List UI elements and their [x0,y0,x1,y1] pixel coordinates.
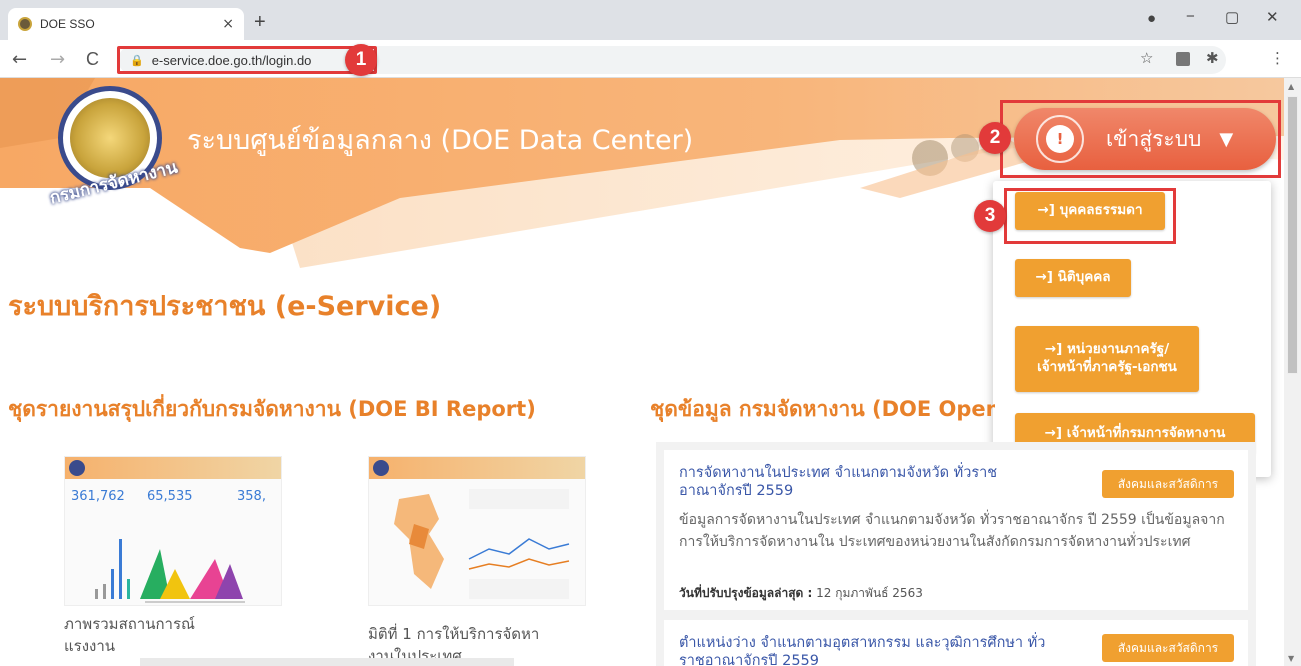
minimize-button[interactable]: − [1186,8,1195,25]
step-badge-3: 3 [974,200,1006,232]
dataset-item[interactable]: ตำแหน่งว่าง จำแนกตามอุตสาหกรรม และวุฒิกา… [664,620,1248,666]
bi-report-title: ชุดรายงานสรุปเกี่ยวกับกรมจัดหางาน (DOE B… [8,397,536,421]
dataset-title[interactable]: ตำแหน่งว่าง จำแนกตามอุตสาหกรรม และวุฒิกา… [679,634,1099,666]
bi-card-domestic-employment[interactable]: มิติที่ 1 การให้บริการจัดหา งานในประเทศ [356,448,596,666]
thumb-logo-icon [69,460,85,476]
site-title: ระบบศูนย์ข้อมูลกลาง (DOE Data Center) [187,125,694,156]
stat-value: 65,535 [147,489,193,504]
stat-value: 358, [237,489,266,504]
extensions-puzzle-icon[interactable]: ✱ [1206,49,1219,67]
browser-tab[interactable]: DOE SSO × [8,8,244,40]
login-option-government[interactable]: →] หน่วยงานภาครัฐ/ เจ้าหน้าที่ภาครัฐ-เอก… [1015,326,1199,392]
dataset-category-tag[interactable]: สังคมและสวัสดิการ [1102,470,1234,498]
dataset-updated: วันที่ปรับปรุงข้อมูลล่าสุด : 12 กุมภาพัน… [679,584,923,603]
eservice-title: ระบบบริการประชาชน (e-Service) [8,291,442,322]
profile-icon[interactable]: ● [1147,10,1156,27]
tab-close-icon[interactable]: × [222,16,234,32]
dataset-description: ข้อมูลการจัดหางานในประเทศ จำแนกตามจังหวั… [679,512,1225,550]
updated-value: 12 กุมภาพันธ์ 2563 [816,586,923,600]
window-close-button[interactable]: ✕ [1266,8,1279,26]
bookmark-star-icon[interactable]: ☆ [1140,49,1153,67]
back-button[interactable]: ← [12,49,27,70]
favicon-icon [18,17,32,31]
open-data-title: ชุดข้อมูล กรมจัดหางาน (DOE Open [650,397,995,421]
bi-card-labour-overview[interactable]: 361,762 65,535 358, ภาพรวมสถานการณ์ แรงง… [52,448,292,666]
thumbnail-map-chart [394,489,570,599]
open-data-list: การจัดหางานในประเทศ จำแนกตามจังหวัด ทั่ว… [656,442,1256,666]
forward-button[interactable]: → [50,49,65,70]
scroll-down-icon[interactable]: ▼ [1288,654,1294,663]
thumb-logo-icon [373,460,389,476]
bi-card-thumbnail: 361,762 65,535 358, [64,456,282,606]
reload-button[interactable]: C [86,49,99,70]
step-badge-1: 1 [345,44,377,76]
page-overlay-strip [140,658,514,666]
browser-tab-bar: DOE SSO × + ● − ▢ ✕ [0,0,1301,40]
dataset-category-tag[interactable]: สังคมและสวัสดิการ [1102,634,1234,662]
bi-card-thumbnail [368,456,586,606]
login-option-juristic[interactable]: →] นิติบุคคล [1015,259,1131,297]
scroll-up-icon[interactable]: ▲ [1288,82,1294,91]
pdf-extension-icon[interactable] [1176,52,1190,66]
dataset-title[interactable]: การจัดหางานในประเทศ จำแนกตามจังหวัด ทั่ว… [679,464,1099,500]
new-tab-button[interactable]: + [254,11,266,34]
step-badge-2: 2 [979,122,1011,154]
thumbnail-charts [95,539,245,603]
browser-menu-icon[interactable]: ⋮ [1270,49,1285,67]
stat-value: 361,762 [71,489,125,504]
updated-label: วันที่ปรับปรุงข้อมูลล่าสุด : [679,586,813,600]
individual-highlight-box [1004,188,1176,244]
tab-title: DOE SSO [40,17,95,31]
restore-button[interactable]: ▢ [1225,8,1239,26]
page-scrollbar[interactable]: ▲ ▼ [1284,78,1301,666]
bi-card-title: ภาพรวมสถานการณ์ แรงงาน [64,615,195,655]
url-highlight-box [117,46,377,74]
dataset-item[interactable]: การจัดหางานในประเทศ จำแนกตามจังหวัด ทั่ว… [664,450,1248,610]
login-highlight-box [1000,100,1281,178]
scrollbar-thumb[interactable] [1287,96,1298,374]
